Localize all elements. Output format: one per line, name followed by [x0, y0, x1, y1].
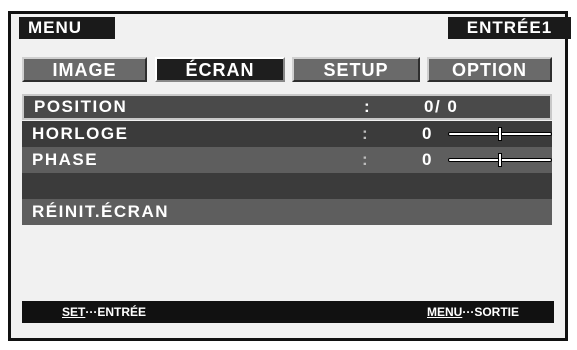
- row-value: 0: [422, 150, 433, 169]
- footer-hint-bar: SET···ENTRÉE MENU···SORTIE: [22, 301, 554, 323]
- tab-option[interactable]: OPTION: [427, 57, 552, 82]
- separator: ···: [462, 305, 475, 319]
- separator: ···: [85, 305, 98, 319]
- tab-image[interactable]: IMAGE: [22, 57, 147, 82]
- menu-title: MENU: [19, 17, 115, 39]
- tab-ecran[interactable]: ÉCRAN: [155, 57, 285, 82]
- menu-row-position[interactable]: POSITION : 0/ 0: [22, 94, 552, 120]
- menu-row-phase[interactable]: PHASE : 0: [22, 147, 552, 173]
- row-label: POSITION: [34, 97, 128, 116]
- menu-row-reinit-ecran[interactable]: RÉINIT.ÉCRAN: [22, 199, 552, 225]
- input-source-label: ENTRÉE1: [448, 17, 571, 39]
- row-label: RÉINIT.ÉCRAN: [32, 202, 170, 221]
- slider-thumb[interactable]: [498, 153, 502, 167]
- set-key-label: SET: [62, 305, 86, 319]
- exit-hint-text: SORTIE: [474, 305, 519, 319]
- row-colon: :: [364, 97, 372, 116]
- enter-hint: SET···ENTRÉE: [62, 301, 146, 323]
- menu-row-horloge[interactable]: HORLOGE : 0: [22, 121, 552, 147]
- menu-key-label: MENU: [426, 305, 463, 319]
- row-label: PHASE: [32, 150, 99, 169]
- row-colon: :: [362, 124, 370, 143]
- slider-thumb[interactable]: [498, 127, 502, 141]
- menu-row-empty: [22, 173, 552, 199]
- row-label: HORLOGE: [32, 124, 129, 143]
- row-value: 0/ 0: [424, 97, 459, 116]
- enter-hint-text: ENTRÉE: [97, 305, 147, 319]
- horloge-slider[interactable]: [448, 127, 552, 141]
- row-colon: :: [362, 150, 370, 169]
- exit-hint: MENU···SORTIE: [427, 301, 519, 323]
- phase-slider[interactable]: [448, 153, 552, 167]
- tab-setup[interactable]: SETUP: [292, 57, 420, 82]
- row-value: 0: [422, 124, 433, 143]
